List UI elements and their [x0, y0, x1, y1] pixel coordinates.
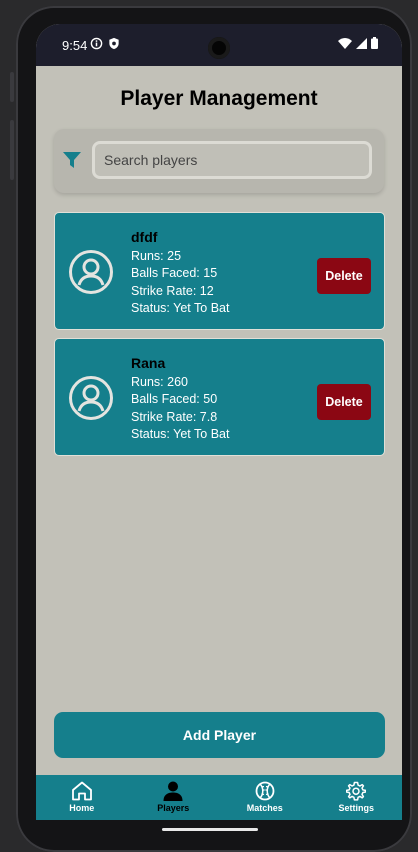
shield-icon	[109, 37, 119, 50]
player-runs: Runs: 25	[131, 248, 182, 263]
person-icon	[163, 781, 183, 801]
nav-item-matches[interactable]: Matches	[219, 775, 311, 820]
front-camera	[208, 37, 230, 59]
search-input[interactable]	[92, 141, 372, 179]
status-time: 9:54	[62, 38, 88, 53]
gear-icon	[346, 781, 367, 801]
search-bar	[54, 129, 384, 193]
nav-item-home[interactable]: Home	[36, 775, 128, 820]
bottom-nav: Home Players Matches Settings	[36, 775, 402, 820]
home-icon	[71, 781, 92, 801]
nav-item-label: Settings	[338, 803, 374, 813]
app-screen: 9:54 Player Management dfdf Runs: 25 Bal…	[36, 24, 402, 820]
battery-icon	[371, 37, 378, 49]
filter-icon[interactable]	[62, 151, 82, 174]
info-icon	[90, 37, 103, 50]
player-name: dfdf	[131, 229, 158, 245]
delete-player-button[interactable]: Delete	[317, 384, 371, 420]
player-balls-faced: Balls Faced: 50	[131, 392, 218, 406]
delete-player-button[interactable]: Delete	[317, 258, 371, 294]
player-status: Status: Yet To Bat	[131, 427, 230, 441]
avatar-icon	[68, 249, 114, 300]
volume-button	[10, 120, 14, 180]
power-button	[10, 72, 14, 102]
player-card: dfdf Runs: 25 Balls Faced: 15 Strike Rat…	[54, 212, 385, 330]
player-name: Rana	[131, 355, 166, 371]
nav-item-label: Matches	[246, 803, 283, 813]
player-strike-rate: Strike Rate: 12	[131, 283, 214, 298]
page-title: Player Management	[120, 87, 318, 110]
player-status: Status: Yet To Bat	[131, 301, 230, 315]
avatar-icon	[68, 375, 114, 426]
baseball-icon	[255, 781, 275, 801]
nav-item-players[interactable]: Players	[128, 775, 220, 820]
nav-item-label: Players	[157, 803, 190, 813]
player-strike-rate: Strike Rate: 7.8	[131, 409, 218, 424]
player-runs: Runs: 260	[131, 374, 188, 389]
signal-icon	[356, 37, 367, 49]
status-bar: 9:54	[36, 24, 402, 66]
nav-item-settings[interactable]: Settings	[311, 775, 403, 820]
home-indicator[interactable]	[162, 828, 258, 831]
player-card: Rana Runs: 260 Balls Faced: 50 Strike Ra…	[54, 338, 385, 456]
nav-item-label: Home	[69, 803, 95, 813]
player-balls-faced: Balls Faced: 15	[131, 266, 218, 280]
add-player-button[interactable]: Add Player	[54, 712, 385, 758]
wifi-icon	[338, 37, 352, 49]
